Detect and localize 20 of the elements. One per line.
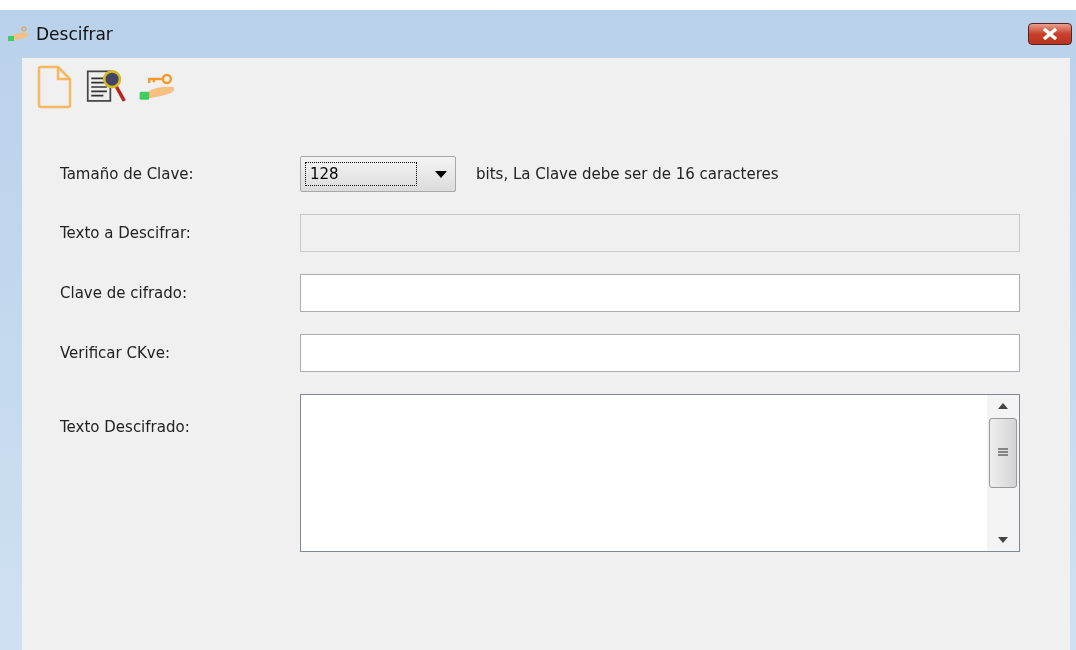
dropdown-caret-icon bbox=[435, 170, 447, 178]
document-icon bbox=[36, 65, 72, 109]
close-icon bbox=[1041, 28, 1059, 40]
input-field[interactable] bbox=[300, 274, 1020, 312]
field-label: Texto a Descifrar: bbox=[60, 224, 192, 242]
grip-icon bbox=[998, 448, 1008, 458]
output-text-area[interactable] bbox=[300, 394, 1020, 552]
key-size-dropdown[interactable]: 128 bbox=[300, 156, 456, 192]
scroll-up-icon bbox=[998, 403, 1008, 409]
window-title: Descifrar bbox=[36, 24, 113, 44]
field-label: Clave de cifrado: bbox=[60, 284, 189, 302]
field-label: Tamaño de Clave: bbox=[60, 165, 195, 183]
field-label: Verificar CKve: bbox=[60, 344, 171, 362]
key-size-note: bits, La Clave debe ser de 16 caracteres bbox=[476, 165, 779, 183]
scroll-down-icon bbox=[998, 537, 1008, 543]
hand-key-icon bbox=[8, 26, 30, 42]
input-field[interactable] bbox=[300, 334, 1020, 372]
close-button[interactable] bbox=[1028, 23, 1072, 45]
field-label: Texto Descifrado: bbox=[60, 417, 191, 436]
scrollbar[interactable] bbox=[987, 395, 1019, 551]
